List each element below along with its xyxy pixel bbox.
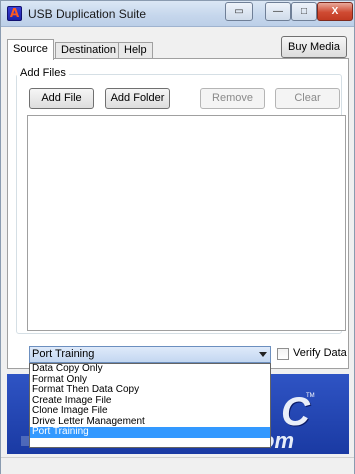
restore-icon[interactable]: ▭ [225, 2, 253, 21]
dropdown-option-create-image-file[interactable]: Create Image File [30, 396, 270, 407]
file-list[interactable] [27, 115, 346, 331]
dropdown-option-port-training[interactable]: Port Training [30, 427, 270, 438]
add-file-button[interactable]: Add File [29, 88, 94, 109]
app-window: A USB Duplication Suite ▭ — □ X Source D… [0, 0, 355, 474]
remove-button[interactable]: Remove [200, 88, 265, 109]
close-button[interactable]: X [317, 2, 353, 21]
tab-source[interactable]: Source [7, 39, 54, 60]
banner-trademark: TM [306, 393, 315, 399]
title-bar[interactable]: A USB Duplication Suite ▭ — □ X [1, 1, 354, 27]
tab-help[interactable]: Help [118, 42, 153, 59]
operation-select[interactable]: Port Training [29, 346, 271, 363]
window-title: USB Duplication Suite [28, 7, 147, 21]
add-folder-button[interactable]: Add Folder [105, 88, 170, 109]
dropdown-option-format-only[interactable]: Format Only [30, 375, 270, 386]
checkbox-box[interactable] [277, 348, 289, 360]
buy-media-button[interactable]: Buy Media [281, 36, 347, 58]
clear-button[interactable]: Clear [275, 88, 340, 109]
maximize-button[interactable]: □ [291, 2, 317, 21]
dropdown-option-drive-letter-management[interactable]: Drive Letter Management [30, 417, 270, 428]
status-strip [1, 457, 354, 474]
tab-destination[interactable]: Destination [55, 42, 123, 59]
dropdown-option-clone-image-file[interactable]: Clone Image File [30, 406, 270, 417]
dropdown-option-format-then-data-copy[interactable]: Format Then Data Copy [30, 385, 270, 396]
app-logo-icon: A [7, 6, 22, 21]
dropdown-option-data-copy-only[interactable]: Data Copy Only [30, 364, 270, 375]
verify-data-label: Verify Data [293, 347, 347, 359]
operation-dropdown-list: Data Copy Only Format Only Format Then D… [29, 363, 271, 448]
operation-select-value: Port Training [32, 348, 95, 360]
minimize-button[interactable]: — [265, 2, 291, 21]
add-files-group-label: Add Files [17, 67, 69, 79]
chevron-down-icon[interactable] [259, 352, 267, 357]
